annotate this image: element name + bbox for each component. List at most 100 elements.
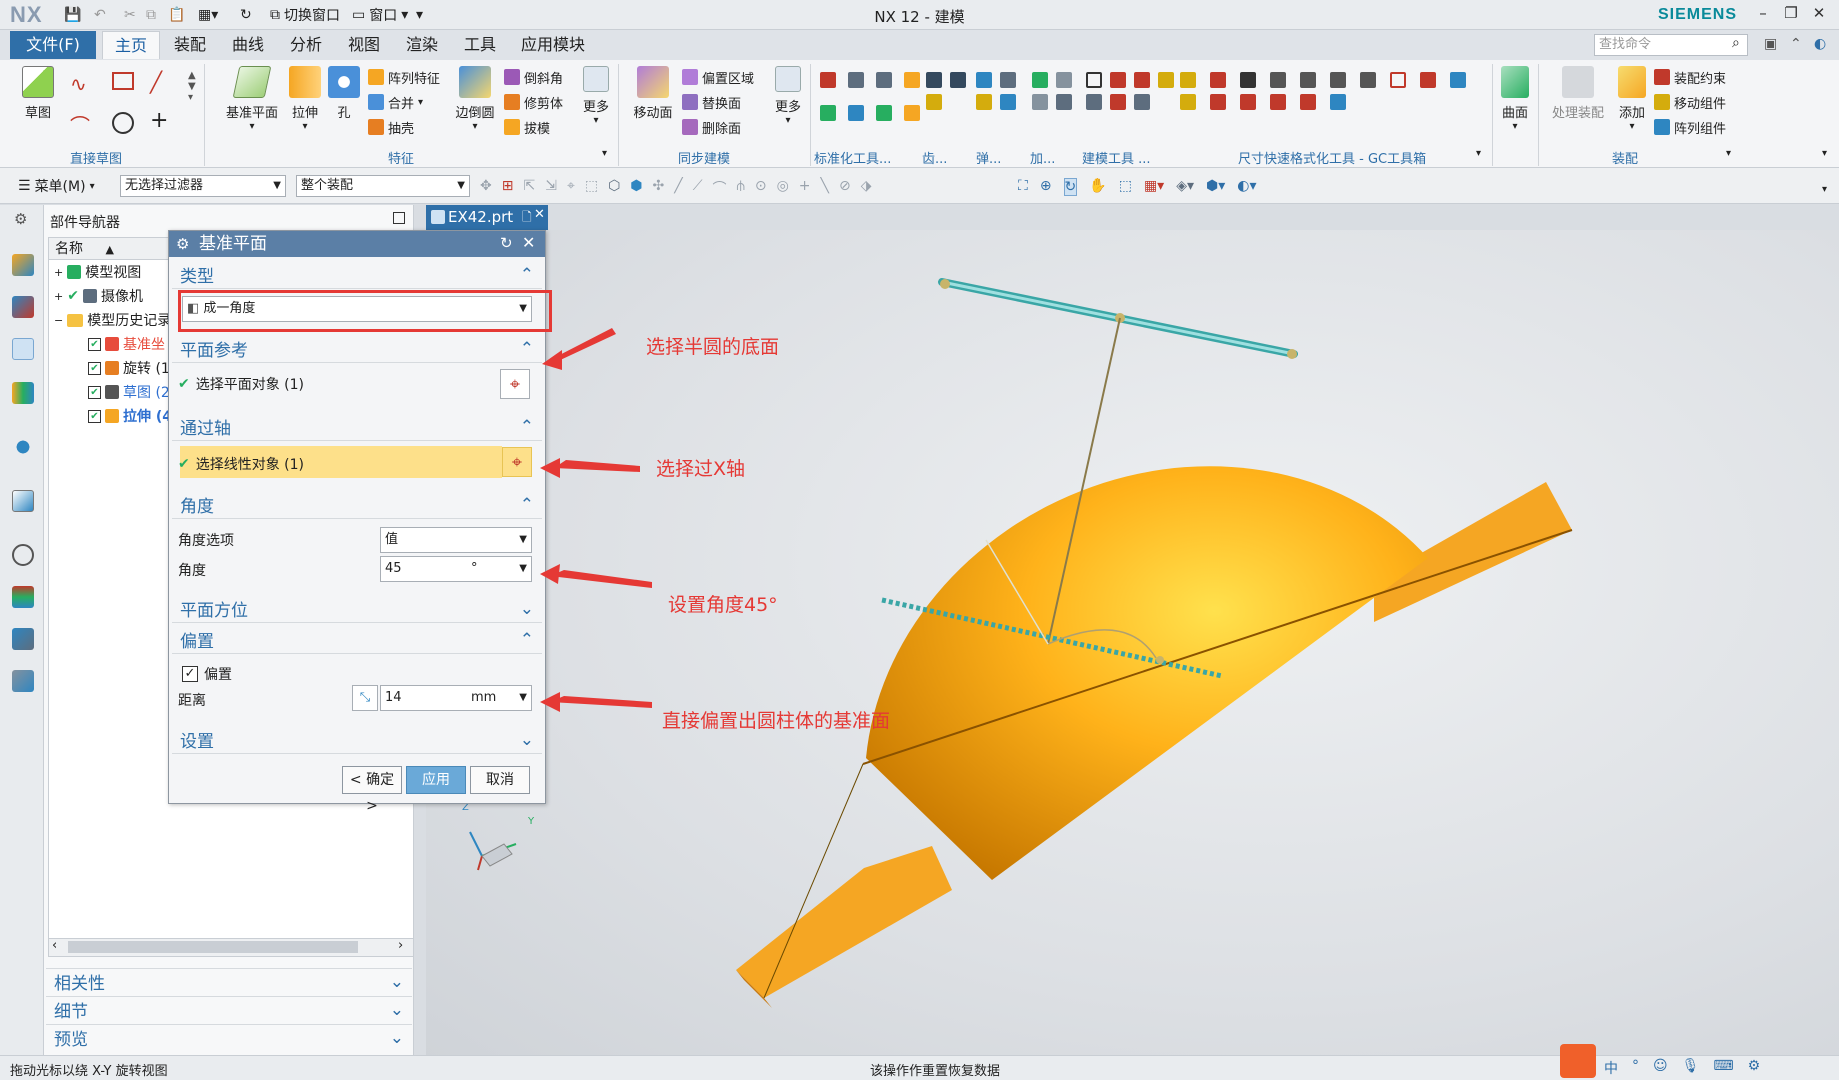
handle-point[interactable]	[940, 279, 950, 289]
snap-icon[interactable]: ◎	[777, 178, 789, 196]
tool-icon[interactable]	[1450, 72, 1466, 88]
sync-more-button[interactable]: 更多 ▾	[770, 66, 806, 126]
tool-icon[interactable]	[1420, 72, 1436, 88]
delete-face-button[interactable]: 删除面	[682, 116, 741, 138]
render-style-icon[interactable]: ▦▾	[1144, 178, 1164, 196]
assembly-constraint-button[interactable]: 装配约束	[1654, 66, 1726, 88]
section-preview[interactable]: 预览 ⌄	[46, 1024, 412, 1050]
file-menu[interactable]: 文件(F)	[10, 31, 96, 59]
tool-icon[interactable]	[1210, 72, 1226, 88]
tool-icon[interactable]	[876, 105, 892, 121]
tool-icon[interactable]	[1086, 94, 1102, 110]
tree-item-model-history[interactable]: − 模型历史记录	[54, 308, 171, 332]
part-navigator-icon[interactable]	[12, 254, 34, 276]
move-face-button[interactable]: 移动面	[628, 66, 678, 121]
tab-assembly[interactable]: 装配	[162, 31, 218, 59]
section-dependencies[interactable]: 相关性 ⌄	[46, 968, 412, 994]
repeat-command-icon[interactable]: ↻	[240, 6, 252, 24]
roles-icon[interactable]	[12, 628, 34, 650]
layer-icon[interactable]: ⬢▾	[1206, 178, 1225, 196]
command-search-input[interactable]: 查找命令	[1594, 34, 1748, 56]
system-scene-icon[interactable]	[12, 670, 34, 692]
hemisphere-solid[interactable]	[866, 466, 1428, 880]
tool-icon[interactable]	[1134, 94, 1150, 110]
tool-icon[interactable]	[1240, 94, 1256, 110]
ok-button[interactable]: < 确定 >	[342, 766, 402, 814]
zoom-icon[interactable]: ⊕	[1040, 178, 1052, 196]
pan-icon[interactable]: ✋	[1089, 178, 1106, 196]
tool-icon[interactable]	[1056, 94, 1072, 110]
tab-curve[interactable]: 曲线	[220, 31, 276, 59]
tool-icon[interactable]	[820, 105, 836, 121]
arc-icon[interactable]: ⌒	[70, 110, 90, 139]
tool-icon[interactable]	[904, 72, 920, 88]
reset-icon[interactable]: ↻	[500, 234, 513, 252]
tool-icon[interactable]	[904, 105, 920, 121]
tool-icon[interactable]	[820, 72, 836, 88]
sketch-more-icon[interactable]: ▲ ▼ ▾	[188, 70, 196, 103]
tree-item-sketch[interactable]: ✔ 草图 (2	[88, 380, 170, 404]
gear-icon[interactable]	[926, 72, 942, 88]
minimize-button[interactable]: –	[1750, 4, 1776, 26]
ribbon-options-icon[interactable]: ▣	[1764, 36, 1777, 52]
handle-point[interactable]	[1156, 656, 1164, 664]
main-menu-button[interactable]: ☰ 菜单(M) ▾	[18, 176, 95, 196]
spring-icon[interactable]	[1000, 94, 1016, 110]
check-icon[interactable]	[1032, 72, 1048, 88]
history-palette-icon[interactable]	[12, 490, 34, 512]
fit-view-icon[interactable]: ⛶	[1018, 178, 1028, 196]
snap-icon[interactable]: ⬗	[861, 178, 872, 196]
trim-body-button[interactable]: 修剪体	[504, 91, 563, 113]
toolbar-overflow-icon[interactable]: ▾	[1822, 184, 1827, 195]
snap-icon[interactable]: ✣	[653, 178, 665, 196]
punctuation-icon[interactable]: °	[1632, 1058, 1639, 1078]
offset-checkbox[interactable]: ✓	[182, 666, 198, 682]
tool-icon[interactable]	[1180, 72, 1196, 88]
snap-icon[interactable]: ⫛	[737, 178, 745, 196]
add-component-button[interactable]: 添加 ▾	[1614, 66, 1650, 132]
gear-icon[interactable]	[926, 94, 942, 110]
section-through-axis[interactable]: 通过轴 ⌃	[172, 413, 542, 441]
tab-applications[interactable]: 应用模块	[512, 31, 594, 59]
checkbox[interactable]: ✔	[88, 361, 101, 375]
layout-icon[interactable]: ▦▾	[198, 6, 218, 24]
profile-icon[interactable]: ∿	[70, 72, 87, 96]
selection-scope-select[interactable]: 整个装配 ▼	[296, 175, 470, 197]
search-icon[interactable]: ⌕	[1732, 35, 1740, 51]
section-type[interactable]: 类型 ⌃	[172, 261, 542, 289]
scrollbar-thumb[interactable]	[68, 941, 358, 953]
settings-icon[interactable]: ⚙	[1748, 1058, 1761, 1078]
ime-icon[interactable]: 中	[1604, 1058, 1618, 1078]
tool-icon[interactable]	[1110, 72, 1126, 88]
circle-icon[interactable]	[112, 112, 134, 134]
snap-icon[interactable]: ╲	[821, 178, 829, 196]
select-axis-button[interactable]: ⌖	[502, 447, 532, 477]
rectangle-icon[interactable]	[112, 72, 134, 90]
select-plane-row[interactable]: ✔ 选择平面对象 (1)	[178, 374, 304, 394]
spring-icon[interactable]	[976, 94, 992, 110]
group-assembly-expand-icon[interactable]: ▾	[1726, 148, 1731, 159]
tree-item-extrude[interactable]: ✔ 拉伸 (4	[88, 404, 172, 428]
snap-icon[interactable]: ✥	[480, 178, 492, 196]
snap-icon[interactable]: ⊘	[839, 178, 851, 196]
selection-filter-select[interactable]: 无选择过滤器 ▼	[120, 175, 286, 197]
move-component-button[interactable]: 移动组件	[1654, 91, 1726, 113]
section-plane-orientation[interactable]: 平面方位 ⌄	[172, 595, 542, 623]
section-settings[interactable]: 设置 ⌄	[172, 726, 542, 754]
orient-view-icon[interactable]: ◈▾	[1176, 178, 1194, 196]
clock-icon[interactable]	[12, 544, 34, 566]
tab-tools[interactable]: 工具	[452, 31, 508, 59]
save-icon[interactable]: 💾	[64, 6, 81, 24]
show-hide-icon[interactable]: ◐▾	[1237, 178, 1256, 196]
surface-button[interactable]: 曲面 ▾	[1498, 66, 1532, 132]
extrude-button[interactable]: 拉伸 ▾	[284, 66, 326, 132]
section-details[interactable]: 细节 ⌄	[46, 996, 412, 1022]
scroll-right-icon[interactable]: ›	[398, 938, 403, 953]
process-assembly-button[interactable]: 处理装配	[1546, 66, 1610, 121]
tree-item-cameras[interactable]: + ✔ 摄像机	[54, 284, 143, 308]
tool-icon[interactable]	[1270, 94, 1286, 110]
tray-app-icon[interactable]	[1560, 1044, 1596, 1078]
spring-icon[interactable]	[976, 72, 992, 88]
window-menu-button[interactable]: ▭ 窗口 ▾	[352, 6, 408, 24]
gear-icon[interactable]: ⚙	[14, 210, 27, 228]
